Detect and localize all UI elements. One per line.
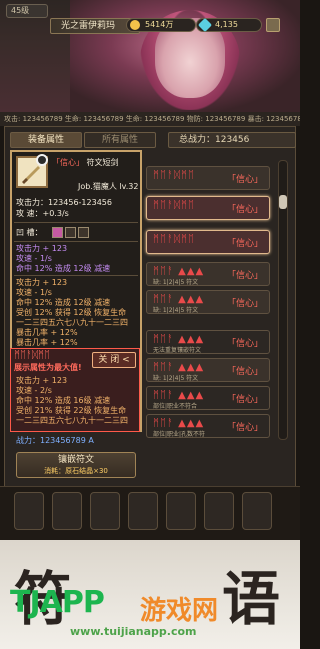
calligraphy-char-right: 语 xyxy=(222,565,281,633)
rune-row[interactable]: ᛗᛖᚨᛞᛗᛖ 「信心」 xyxy=(146,196,270,220)
add-button[interactable] xyxy=(266,18,280,32)
rune-glyphs: ᛗᛖᚨ ▲▲▲ xyxy=(153,294,205,305)
rune-glyphs: ᛗᛖᚨᛞᛗᛖ xyxy=(153,234,195,245)
gem-resource[interactable]: 4,135 xyxy=(196,17,262,33)
socket-filled[interactable] xyxy=(52,227,63,238)
card-job: Job.猫魔人 lv.32 xyxy=(78,182,139,191)
popup-attr-line: 攻击力 + 123 xyxy=(16,376,68,385)
rune-glyphs: ᛗᛖᚨ ▲▲▲ xyxy=(153,390,205,401)
card-attack: 攻击力：123456-123456 xyxy=(16,198,112,207)
socket-empty[interactable] xyxy=(78,227,89,238)
rune-word: 「信心」 xyxy=(226,367,263,377)
tab-all-attributes[interactable]: 所有属性 xyxy=(84,132,156,148)
watermark-url: www.tuijianapp.com xyxy=(70,625,197,638)
rune-word: 「信心」 xyxy=(226,205,263,215)
inlay-label: 镶嵌符文 xyxy=(57,455,94,465)
inlay-rune-button[interactable]: 镶嵌符文 消耗：原石结晶×30 xyxy=(16,452,136,478)
rune-slot-icon xyxy=(36,154,48,166)
scroll-thumb[interactable] xyxy=(279,195,287,209)
level-badge: 45级 xyxy=(6,4,48,18)
ring-icon[interactable] xyxy=(204,492,234,530)
rune-row[interactable]: ᛗᛖᚨᛞᛗᛖ 「信心」 xyxy=(146,230,270,254)
rune-word: 「信心」 xyxy=(226,239,263,249)
rune-word: 「信心」 xyxy=(226,339,263,349)
divider xyxy=(14,241,138,242)
card-power: 战力：123456789 A xyxy=(16,436,94,445)
inlay-cost: 消耗：原石结晶×30 xyxy=(44,467,108,475)
attr-block-2: 攻击力 + 123 攻速 - 1/s 命中 12% 造成 12级 减速 受创 1… xyxy=(16,278,128,348)
attr-line: 命中 12% 造成 12级 减速 xyxy=(16,298,111,307)
card-title-type: 符文短剑 xyxy=(86,158,119,167)
stat-strip: 攻击: 123456789 生命: 123456789 生命: 12345678… xyxy=(0,112,300,126)
attr-line: 攻击力 + 123 xyxy=(16,244,68,253)
card-speed: 攻 速：+0.3/s xyxy=(16,209,69,218)
weapon-icon[interactable] xyxy=(90,492,120,530)
tab-equip-attributes[interactable]: 装备属性 xyxy=(10,132,82,148)
rune-requirement: 部位|职业|孔数不符 xyxy=(153,431,206,438)
rune-row[interactable]: ᛗᛖᚨ ▲▲▲ 「信心」部位|职业不符合 xyxy=(146,386,270,410)
rune-glyphs: ᛗᛖᚨ ▲▲▲ xyxy=(153,266,205,277)
helmet-icon[interactable] xyxy=(14,492,44,530)
popup-attr-line: 攻速 - 2/s xyxy=(16,386,52,395)
rune-glyphs: ᛗᛖᚨ ▲▲▲ xyxy=(153,418,205,429)
rune-word: 「信心」 xyxy=(226,395,263,405)
rune-word: 「信心」 xyxy=(226,299,263,309)
amulet-icon[interactable] xyxy=(242,492,272,530)
attr-line: 攻速 - 1/s xyxy=(16,288,52,297)
rune-glyphs: ᛗᛖᚨ ▲▲▲ xyxy=(153,334,205,345)
gem-amount: 4,135 xyxy=(215,20,238,29)
popup-attr-line: 命中 12% 造成 16级 减速 xyxy=(16,396,111,405)
gold-amount: 5414万 xyxy=(145,20,174,29)
rune-glyphs: ᛗᛖᚨᛞᛗᛖ xyxy=(153,170,195,181)
attr-line: 命中 12% 造成 12级 减速 xyxy=(16,264,111,273)
attr-line: 一二三四五六七八九十一二三四 xyxy=(16,318,128,327)
rune-row[interactable]: ᛗᛖᚨ ▲▲▲ 「信心」缺: 1|2|4|5 符文 xyxy=(146,290,270,314)
rune-word: 「信心」 xyxy=(226,271,263,281)
watermark-text: 游戏网 xyxy=(140,596,219,626)
rune-glyphs: ᛗᛖᚨᛞᛗᛖ xyxy=(153,200,195,211)
socket-label: 凹 槽： xyxy=(16,228,43,237)
close-button[interactable]: 关 闭 < xyxy=(92,352,136,368)
boots-icon[interactable] xyxy=(166,492,196,530)
socket-empty[interactable] xyxy=(65,227,76,238)
card-title: 「信心」 符文短剑 xyxy=(52,158,119,168)
rune-requirement: 无法重复镶嵌符文 xyxy=(153,347,202,354)
rune-requirement: 部位|职业不符合 xyxy=(153,403,198,410)
rune-glyphs: ᛗᛖᚨ ▲▲▲ xyxy=(153,362,205,373)
shield-icon[interactable] xyxy=(128,492,158,530)
attr-line: 暴击几率 + 12% xyxy=(16,328,78,337)
rune-requirement: 缺: 1|2|4|5 符文 xyxy=(153,307,199,314)
popup-hint: 展示属性为最大值! xyxy=(14,363,82,372)
popup-attr-line: 一二三四五六七八九十一二三四 xyxy=(16,416,128,425)
rune-row[interactable]: ᛗᛖᚨ ▲▲▲ 「信心」缺: 1|2|4|5 符文 xyxy=(146,358,270,382)
popup-attr-line: 受创 21% 获得 22级 恢复生命 xyxy=(16,406,127,415)
popup-attrs: 攻击力 + 123 攻速 - 2/s 命中 12% 造成 16级 减速 受创 2… xyxy=(16,376,128,426)
rune-row[interactable]: ᛗᛖᚨ ▲▲▲ 「信心」无法重复镶嵌符文 xyxy=(146,330,270,354)
gold-resource[interactable]: 5414万 xyxy=(126,18,196,32)
watermark-logo: TJAPP xyxy=(10,585,105,620)
attr-line: 受创 12% 获得 12级 恢复生命 xyxy=(16,308,127,317)
rune-row[interactable]: ᛗᛖᚨ ▲▲▲ 「信心」缺: 1|2|4|5 符文 xyxy=(146,262,270,286)
rune-row[interactable]: ᛗᛖᚨᛞᛗᛖ 「信心」 xyxy=(146,166,270,190)
rune-requirement: 缺: 1|2|4|5 符文 xyxy=(153,279,199,286)
divider xyxy=(14,275,138,276)
attr-line: 攻速 - 1/s xyxy=(16,254,52,263)
coin-icon xyxy=(130,20,140,30)
gem-icon xyxy=(197,17,213,33)
rune-row[interactable]: ᛗᛖᚨ ▲▲▲ 「信心」部位|职业|孔数不符 xyxy=(146,414,270,438)
attr-line: 暴击几率 + 12% xyxy=(16,338,78,347)
rune-requirement: 缺: 1|2|4|5 符文 xyxy=(153,375,199,382)
total-power: 总战力：123456 xyxy=(168,132,296,148)
armor-icon[interactable] xyxy=(52,492,82,530)
card-title-word: 「信心」 xyxy=(52,158,84,167)
divider xyxy=(14,222,138,223)
rune-word: 「信心」 xyxy=(226,175,263,185)
attr-block-1: 攻击力 + 123 攻速 - 1/s 命中 12% 造成 12级 减速 xyxy=(16,244,110,274)
attr-line: 攻击力 + 123 xyxy=(16,278,68,287)
rune-word: 「信心」 xyxy=(226,423,263,433)
popup-glyphs: ᛗᛖᚨᛞᛗᛖ xyxy=(14,350,50,361)
